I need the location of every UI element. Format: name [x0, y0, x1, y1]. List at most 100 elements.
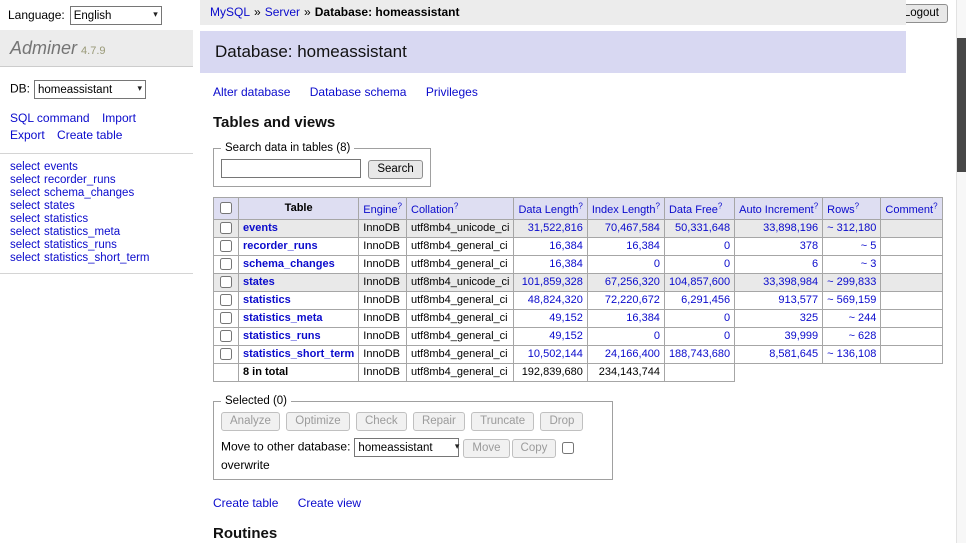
- data-free-link[interactable]: 0: [724, 240, 730, 252]
- row-checkbox[interactable]: [220, 312, 232, 324]
- row-checkbox[interactable]: [220, 240, 232, 252]
- index-length-link[interactable]: 24,166,400: [605, 348, 660, 360]
- sort-data-free-link[interactable]: Data Free?: [669, 204, 722, 216]
- vertical-scrollbar[interactable]: [956, 0, 966, 543]
- sidebar-select-link[interactable]: select: [10, 200, 40, 212]
- sidebar-table-link[interactable]: states: [44, 200, 75, 212]
- index-length-link[interactable]: 72,220,672: [605, 294, 660, 306]
- row-checkbox[interactable]: [220, 330, 232, 342]
- index-length-link[interactable]: 16,384: [626, 312, 660, 324]
- table-name-link[interactable]: statistics_meta: [243, 312, 323, 324]
- data-length-link[interactable]: 10,502,144: [528, 348, 583, 360]
- data-length-link[interactable]: 16,384: [549, 258, 583, 270]
- sort-data-length-link[interactable]: Data Length?: [518, 204, 582, 216]
- move-database-select[interactable]: homeassistant: [354, 438, 459, 457]
- auto-increment-link[interactable]: 33,398,984: [763, 276, 818, 288]
- data-free-link[interactable]: 104,857,600: [669, 276, 730, 288]
- create-view-link[interactable]: Create view: [298, 496, 361, 510]
- database-schema-link[interactable]: Database schema: [310, 85, 407, 99]
- sort-comment-link[interactable]: Comment?: [885, 204, 937, 216]
- move-button[interactable]: Move: [463, 439, 509, 458]
- sidebar-table-link[interactable]: statistics_short_term: [44, 252, 149, 264]
- check-button[interactable]: Check: [356, 412, 407, 431]
- optimize-button[interactable]: Optimize: [286, 412, 349, 431]
- sidebar-table-link[interactable]: statistics_runs: [44, 239, 117, 251]
- sort-rows-link[interactable]: Rows?: [827, 204, 859, 216]
- rows-link[interactable]: ~ 628: [849, 330, 877, 342]
- sidebar-select-link[interactable]: select: [10, 187, 40, 199]
- data-free-link[interactable]: 50,331,648: [675, 222, 730, 234]
- create-table-link-main[interactable]: Create table: [213, 496, 278, 510]
- sidebar-select-link[interactable]: select: [10, 239, 40, 251]
- data-length-link[interactable]: 16,384: [549, 240, 583, 252]
- data-free-link[interactable]: 0: [724, 312, 730, 324]
- rows-link[interactable]: ~ 136,108: [827, 348, 876, 360]
- sidebar-table-link[interactable]: events: [44, 161, 78, 173]
- repair-button[interactable]: Repair: [413, 412, 465, 431]
- data-length-link[interactable]: 31,522,816: [528, 222, 583, 234]
- rows-link[interactable]: ~ 569,159: [827, 294, 876, 306]
- sort-collation-link[interactable]: Collation?: [411, 204, 458, 216]
- sidebar-select-link[interactable]: select: [10, 226, 40, 238]
- auto-increment-link[interactable]: 39,999: [785, 330, 819, 342]
- sidebar-select-link[interactable]: select: [10, 174, 40, 186]
- sidebar-table-link[interactable]: recorder_runs: [44, 174, 116, 186]
- sidebar-table-link[interactable]: schema_changes: [44, 187, 134, 199]
- data-free-link[interactable]: 0: [724, 258, 730, 270]
- rows-link[interactable]: ~ 5: [861, 240, 877, 252]
- row-checkbox[interactable]: [220, 258, 232, 270]
- index-length-link[interactable]: 0: [654, 258, 660, 270]
- breadcrumb-server-link[interactable]: Server: [265, 5, 300, 19]
- analyze-button[interactable]: Analyze: [221, 412, 280, 431]
- data-free-link[interactable]: 6,291,456: [681, 294, 730, 306]
- sidebar-select-link[interactable]: select: [10, 161, 40, 173]
- data-length-link[interactable]: 49,152: [549, 312, 583, 324]
- language-select[interactable]: English: [70, 6, 162, 25]
- import-link[interactable]: Import: [102, 111, 136, 125]
- sort-auto-increment-link[interactable]: Auto Increment?: [739, 204, 818, 216]
- table-name-link[interactable]: events: [243, 222, 278, 234]
- index-length-link[interactable]: 67,256,320: [605, 276, 660, 288]
- rows-link[interactable]: ~ 244: [849, 312, 877, 324]
- sql-command-link[interactable]: SQL command: [10, 111, 90, 125]
- scrollbar-thumb[interactable]: [957, 38, 966, 172]
- overwrite-checkbox[interactable]: [562, 442, 574, 454]
- sidebar-select-link[interactable]: select: [10, 213, 40, 225]
- truncate-button[interactable]: Truncate: [471, 412, 534, 431]
- table-name-link[interactable]: states: [243, 276, 275, 288]
- auto-increment-link[interactable]: 325: [800, 312, 818, 324]
- create-table-link[interactable]: Create table: [57, 128, 122, 142]
- data-length-link[interactable]: 101,859,328: [522, 276, 583, 288]
- select-all-checkbox[interactable]: [220, 202, 232, 214]
- search-input[interactable]: [221, 159, 361, 178]
- privileges-link[interactable]: Privileges: [426, 85, 478, 99]
- rows-link[interactable]: ~ 312,180: [827, 222, 876, 234]
- data-length-link[interactable]: 48,824,320: [528, 294, 583, 306]
- table-name-link[interactable]: statistics_short_term: [243, 348, 354, 360]
- index-length-link[interactable]: 0: [654, 330, 660, 342]
- auto-increment-link[interactable]: 33,898,196: [763, 222, 818, 234]
- drop-button[interactable]: Drop: [540, 412, 583, 431]
- sidebar-table-link[interactable]: statistics_meta: [44, 226, 120, 238]
- export-link[interactable]: Export: [10, 128, 45, 142]
- auto-increment-link[interactable]: 378: [800, 240, 818, 252]
- sidebar-table-link[interactable]: statistics: [44, 213, 88, 225]
- search-button[interactable]: Search: [368, 160, 422, 179]
- row-checkbox[interactable]: [220, 294, 232, 306]
- row-checkbox[interactable]: [220, 348, 232, 360]
- copy-button[interactable]: Copy: [512, 439, 557, 458]
- alter-database-link[interactable]: Alter database: [213, 85, 290, 99]
- table-name-link[interactable]: statistics_runs: [243, 330, 321, 342]
- rows-link[interactable]: ~ 3: [861, 258, 877, 270]
- sort-engine-link[interactable]: Engine?: [363, 204, 402, 216]
- index-length-link[interactable]: 16,384: [626, 240, 660, 252]
- auto-increment-link[interactable]: 8,581,645: [769, 348, 818, 360]
- row-checkbox[interactable]: [220, 222, 232, 234]
- data-free-link[interactable]: 188,743,680: [669, 348, 730, 360]
- auto-increment-link[interactable]: 6: [812, 258, 818, 270]
- auto-increment-link[interactable]: 913,577: [778, 294, 818, 306]
- sidebar-select-link[interactable]: select: [10, 252, 40, 264]
- breadcrumb-mysql-link[interactable]: MySQL: [210, 5, 250, 19]
- data-length-link[interactable]: 49,152: [549, 330, 583, 342]
- adminer-logo-link[interactable]: Adminer: [10, 38, 77, 58]
